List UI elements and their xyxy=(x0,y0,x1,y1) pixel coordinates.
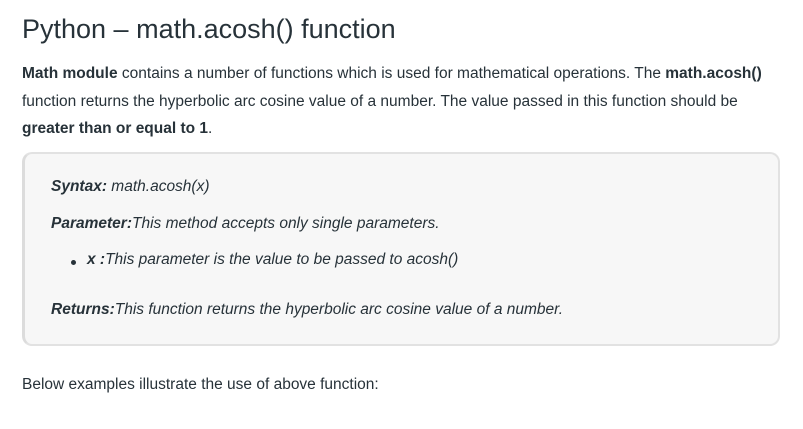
intro-text-1: contains a number of functions which is … xyxy=(117,65,666,82)
returns-line: Returns:This function returns the hyperb… xyxy=(51,301,563,319)
syntax-line: Syntax: math.acosh(x) xyxy=(51,178,210,196)
intro-bold-math-module: Math module xyxy=(22,65,118,82)
outro-text: Below examples illustrate the use of abo… xyxy=(22,376,379,393)
page-title: Python – math.acosh() function xyxy=(22,14,396,44)
returns-label: Returns: xyxy=(51,301,115,318)
param-x-label: x : xyxy=(87,251,106,268)
bullet-dot xyxy=(71,260,76,265)
intro-paragraph: Math module contains a number of functio… xyxy=(22,60,784,143)
param-x-value: This parameter is the value to be passed… xyxy=(105,251,459,268)
intro-text-2: function returns the hyperbolic arc cosi… xyxy=(22,92,738,110)
parameter-label: Parameter: xyxy=(51,215,132,232)
returns-value: This function returns the hyperbolic arc… xyxy=(114,301,564,318)
intro-text-3: . xyxy=(208,120,213,137)
syntax-label: Syntax: xyxy=(51,178,107,195)
syntax-box: Syntax: math.acosh(x) Parameter:This met… xyxy=(22,152,780,346)
parameter-line: Parameter:This method accepts only singl… xyxy=(51,215,440,233)
syntax-value: math.acosh(x) xyxy=(107,178,210,195)
intro-bold-condition: greater than or equal to 1 xyxy=(22,120,209,137)
param-x-line: x :This parameter is the value to be pas… xyxy=(87,251,458,269)
intro-bold-function-name: math.acosh() xyxy=(665,65,762,82)
parameter-value: This method accepts only single paramete… xyxy=(132,215,440,232)
